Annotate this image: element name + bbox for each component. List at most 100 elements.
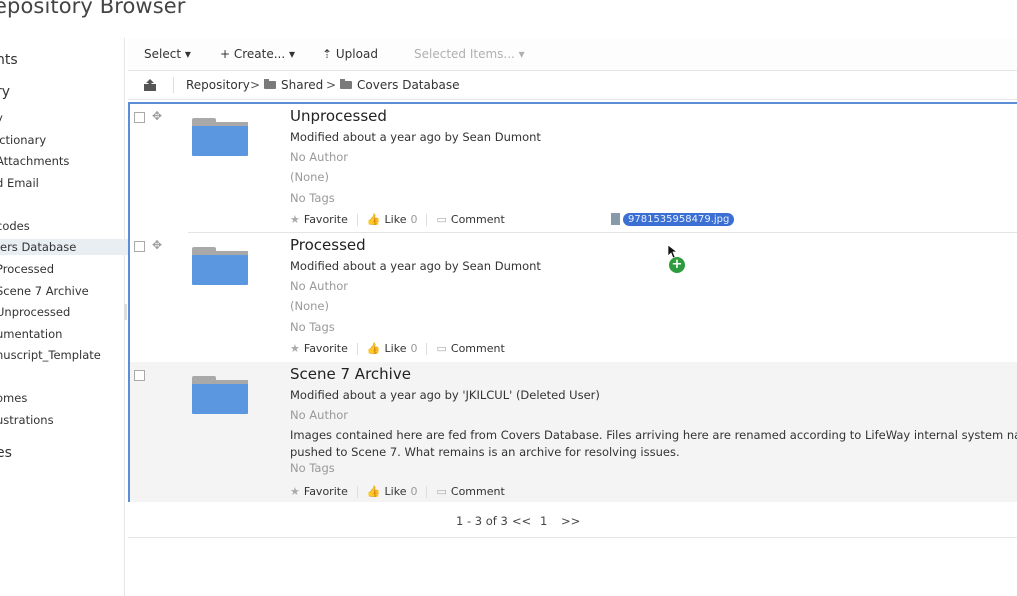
favorite-label: Favorite [303,342,348,355]
list-item[interactable]: Scene 7 Archive Modified about a year ag… [130,362,1017,502]
comment-label: Comment [450,342,505,355]
star-icon: ★ [290,213,300,226]
star-icon: ★ [290,342,300,355]
sidebar-item-y[interactable]: y [0,110,3,126]
sidebar-item-email[interactable]: d Email [0,175,39,191]
toolbar: Select ▾ + Create... ▾ ⇡ Upload Selected… [128,38,1017,71]
pagination-range: 1 - 3 of 3 [456,514,508,528]
item-description-line-2: pushed to Scene 7. What remains is an ar… [290,445,680,459]
sidebar-item-attachments[interactable]: Attachments [0,153,69,169]
pagination-next[interactable]: >> [561,514,580,528]
star-icon: ★ [290,485,300,498]
dragged-file[interactable]: 9781535958479.jpg [611,212,735,226]
breadcrumb-separator: > [250,78,261,92]
select-menu-button[interactable]: Select ▾ [144,47,191,61]
item-description-line-1: Images contained here are fed from Cover… [290,428,1017,442]
like-count: 0 [410,342,418,355]
sidebar-item-manuscript-template[interactable]: nuscript_Template [0,347,101,363]
select-checkbox[interactable] [134,241,145,252]
item-tags: No Tags [290,461,335,475]
like-count: 0 [410,213,418,226]
pagination: 1 - 3 of 3 << 1 >> [128,503,1017,538]
comment-button[interactable]: ▭ Comment [436,213,504,226]
list-item[interactable]: ✥ Processed Modified about a year ago by… [130,233,1017,361]
comment-icon: ▭ [436,485,447,498]
item-author: No Author [290,408,349,422]
sidebar-item-es[interactable]: es [0,445,12,461]
item-actions: ★ Favorite 👍 Like 0 ▭ Comment [290,485,505,498]
sidebar-item-codes[interactable]: codes [0,218,30,234]
sidebar-item-scene-7-archive[interactable]: Scene 7 Archive [0,283,89,299]
item-actions: ★ Favorite 👍 Like 0 ▭ Comment [290,342,505,355]
comment-label: Comment [450,213,505,226]
sidebar-item-documents[interactable]: nts [0,52,18,68]
pagination-page-1[interactable]: 1 [540,514,547,528]
like-button[interactable]: 👍 Like 0 [367,342,418,355]
comment-icon: ▭ [436,342,447,355]
item-description: (None) [290,170,329,184]
dragged-file-name: 9781535958479.jpg [623,212,735,226]
item-author: No Author [290,279,349,293]
page-title: epository Browser [0,0,186,18]
breadcrumb-separator: > [326,78,337,92]
favorite-button[interactable]: ★ Favorite [290,342,348,355]
upload-icon: ⇡ [322,47,333,61]
move-icon[interactable]: ✥ [152,238,166,252]
item-modified: Modified about a year ago by Sean Dumont [290,130,541,144]
item-actions: ★ Favorite 👍 Like 0 ▭ Comment [290,213,505,226]
comment-icon: ▭ [436,213,447,226]
favorite-button[interactable]: ★ Favorite [290,213,348,226]
sidebar-item-dictionary[interactable]: ictionary [0,132,46,148]
like-button[interactable]: 👍 Like 0 [367,485,418,498]
breadcrumb-covers-database: Covers Database [357,78,460,92]
sidebar-item-repository[interactable]: ry [0,84,10,100]
comment-button[interactable]: ▭ Comment [436,342,504,355]
sidebar-item-homes[interactable]: omes [0,390,27,406]
select-checkbox[interactable] [134,370,145,381]
comment-label: Comment [450,485,505,498]
document-list: ✥ Unprocessed Modified about a year ago … [128,102,1017,502]
item-author: No Author [290,150,349,164]
favorite-label: Favorite [303,213,348,226]
folder-up-icon[interactable] [144,79,156,91]
sidebar-item-documentation[interactable]: umentation [0,326,62,342]
folder-icon [340,79,352,89]
upload-label: Upload [335,47,378,61]
list-item[interactable]: ✥ Unprocessed Modified about a year ago … [130,104,1017,232]
thumbs-up-icon: 👍 [366,213,381,226]
favorite-button[interactable]: ★ Favorite [290,485,348,498]
item-title[interactable]: Unprocessed [290,107,387,125]
sidebar-item-processed[interactable]: Processed [0,261,54,277]
upload-button[interactable]: ⇡ Upload [322,47,378,61]
sidebar-item-covers-database[interactable]: ers Database [0,239,128,255]
like-label: Like [384,213,407,226]
drop-add-icon: + [669,257,685,273]
comment-button[interactable]: ▭ Comment [436,485,504,498]
like-button[interactable]: 👍 Like 0 [367,213,418,226]
sidebar-resize-handle[interactable] [124,304,127,320]
image-file-icon [611,213,620,225]
item-modified: Modified about a year ago by Sean Dumont [290,259,541,273]
folder-icon[interactable] [192,118,248,156]
breadcrumb-repository[interactable]: Repository [186,78,250,92]
breadcrumb-shared[interactable]: Shared [281,78,323,92]
select-checkbox[interactable] [134,112,145,123]
item-title[interactable]: Processed [290,236,366,254]
toolbar-divider [173,77,174,93]
sidebar: nts ry y ictionary Attachments d Email l… [0,38,128,596]
sidebar-item-unprocessed[interactable]: Unprocessed [0,304,70,320]
folder-icon[interactable] [192,247,248,285]
item-title[interactable]: Scene 7 Archive [290,365,411,383]
item-description: (None) [290,299,329,313]
item-modified: Modified about a year ago by 'JKILCUL' (… [290,388,600,402]
item-tags: No Tags [290,191,335,205]
folder-icon [264,79,276,89]
selected-items-menu-button[interactable]: Selected Items... ▾ [414,47,525,61]
pagination-prev[interactable]: << [512,514,531,528]
move-icon[interactable]: ✥ [152,109,166,123]
create-menu-button[interactable]: + Create... ▾ [220,47,295,61]
like-label: Like [384,342,407,355]
favorite-label: Favorite [303,485,348,498]
folder-icon[interactable] [192,376,248,414]
sidebar-item-illustrations[interactable]: ustrations [0,412,54,428]
